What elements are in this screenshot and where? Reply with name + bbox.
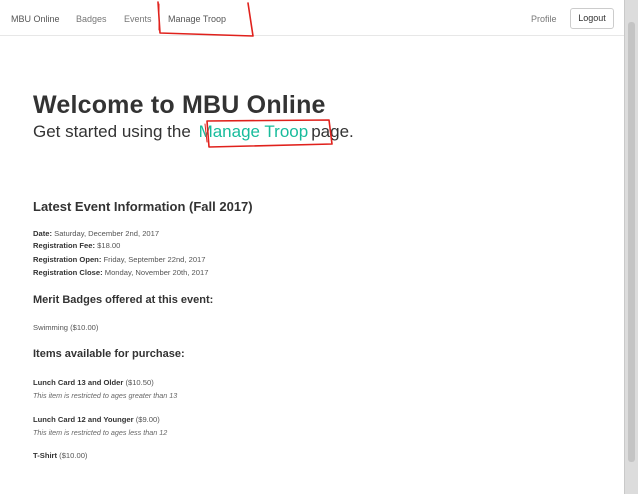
event-fee-value: $18.00	[97, 241, 121, 250]
subtitle-prefix: Get started using the	[33, 122, 191, 141]
subtitle-suffix: page.	[311, 122, 354, 141]
nav-brand-link[interactable]: MBU Online	[11, 14, 60, 24]
registration-open-value: Friday, September 22nd, 2017	[103, 255, 206, 264]
nav-profile-link[interactable]: Profile	[531, 14, 557, 24]
nav-badges-link[interactable]: Badges	[76, 14, 107, 24]
purchase-item-price: ($10.00)	[59, 451, 88, 460]
purchase-item-price: ($10.50)	[125, 378, 154, 387]
logout-button[interactable]: Logout	[570, 8, 614, 29]
window-scrollbar[interactable]	[624, 0, 638, 494]
purchase-item-name: Lunch Card 12 and Younger ($9.00)	[33, 415, 160, 424]
event-registration-open: Registration Open: Friday, September 22n…	[33, 255, 206, 264]
event-fee-label: Registration Fee:	[33, 241, 96, 250]
purchase-item-title: Lunch Card 12 and Younger	[33, 415, 134, 424]
purchase-item-title: T-Shirt	[33, 451, 58, 460]
purchase-item-note: This item is restricted to ages less tha…	[33, 428, 168, 437]
nav-events-link[interactable]: Events	[124, 14, 152, 24]
badge-item: Swimming ($10.00)	[33, 323, 99, 332]
page-subtitle: Get started using the Manage Troop page.	[33, 122, 354, 142]
purchase-item-name: T-Shirt ($10.00)	[33, 451, 87, 460]
badges-heading: Merit Badges offered at this event:	[33, 294, 214, 306]
scrollbar-thumb[interactable]	[628, 22, 635, 462]
event-heading: Latest Event Information (Fall 2017)	[33, 199, 253, 214]
purchase-item-title: Lunch Card 13 and Older	[33, 378, 124, 387]
purchase-item-note: This item is restricted to ages greater …	[33, 391, 178, 400]
top-navbar: MBU Online Badges Events Manage Troop Pr…	[0, 0, 624, 36]
event-registration-close: Registration Close: Monday, November 20t…	[33, 268, 208, 277]
event-date-value: Saturday, December 2nd, 2017	[54, 229, 160, 238]
purchase-item-price: ($9.00)	[135, 415, 160, 424]
registration-close-label: Registration Close:	[33, 268, 103, 277]
event-date: Date: Saturday, December 2nd, 2017	[33, 229, 159, 238]
purchase-item-name: Lunch Card 13 and Older ($10.50)	[33, 378, 154, 387]
manage-troop-link[interactable]: Manage Troop	[196, 122, 312, 141]
page-title: Welcome to MBU Online	[33, 91, 326, 119]
purchases-heading: Items available for purchase:	[33, 348, 185, 360]
registration-open-label: Registration Open:	[33, 255, 102, 264]
nav-manage-troop-link[interactable]: Manage Troop	[168, 14, 226, 24]
registration-close-value: Monday, November 20th, 2017	[104, 268, 209, 277]
event-date-label: Date:	[33, 229, 52, 238]
event-fee: Registration Fee: $18.00	[33, 241, 120, 250]
